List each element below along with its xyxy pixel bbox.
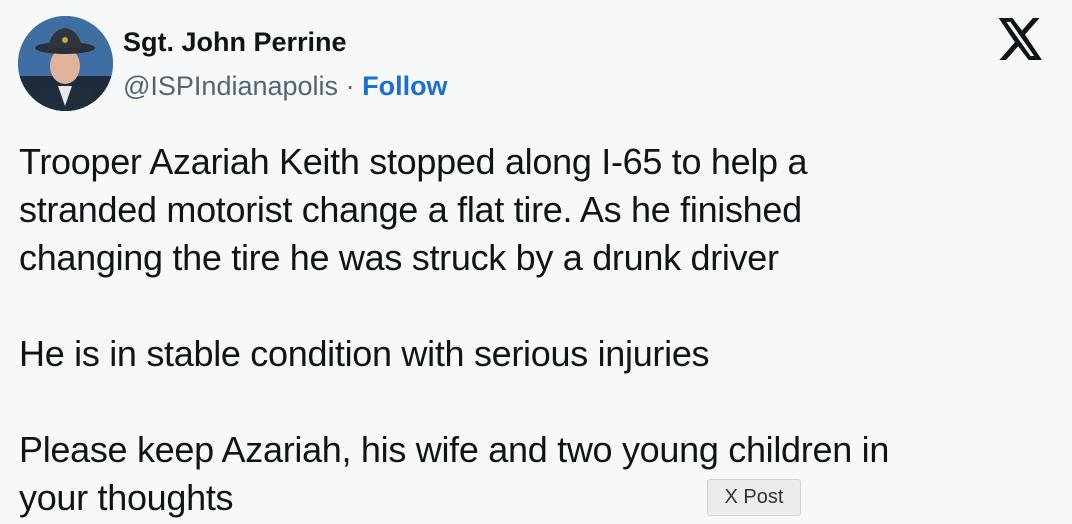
author-name[interactable]: Sgt. John Perrine	[123, 27, 347, 58]
tweet-line: stranded motorist change a flat tire. As…	[19, 189, 802, 230]
x-logo-icon[interactable]	[998, 18, 1044, 60]
tweet-line: He is in stable condition with serious i…	[19, 333, 710, 374]
tweet-line: changing the tire he was struck by a dru…	[19, 237, 779, 278]
tweet-line: Trooper Azariah Keith stopped along I-65…	[19, 141, 808, 182]
x-post-tooltip: X Post	[707, 479, 801, 516]
author-meta: @ISPIndianapolis · Follow	[123, 71, 448, 102]
follow-link[interactable]: Follow	[362, 71, 447, 101]
profile-photo	[18, 16, 113, 111]
tweet-line: Please keep Azariah, his wife and two yo…	[19, 429, 890, 470]
separator-dot: ·	[345, 71, 355, 101]
tweet-line: your thoughts	[19, 477, 234, 518]
author-handle[interactable]: @ISPIndianapolis	[123, 71, 338, 101]
tweet-text: Trooper Azariah Keith stopped along I-65…	[19, 138, 1019, 522]
avatar[interactable]	[18, 16, 113, 111]
